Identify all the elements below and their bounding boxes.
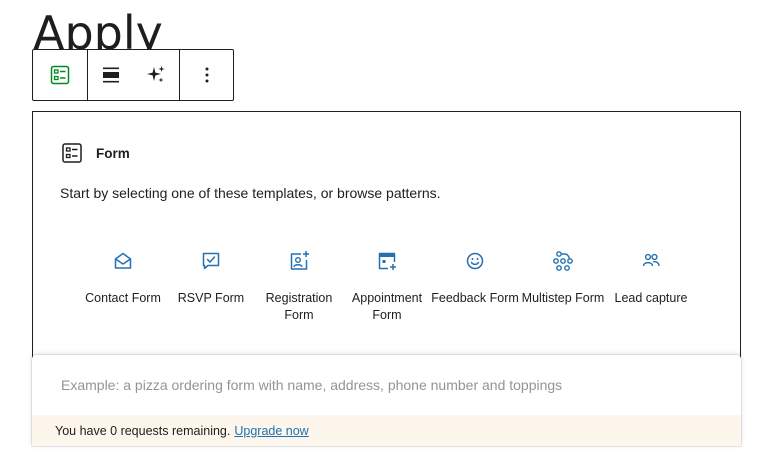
template-feedback-form[interactable]: Feedback Form [431, 249, 519, 324]
toolbar-group-more [179, 50, 233, 100]
kebab-icon [205, 67, 208, 83]
rsvp-icon [202, 252, 220, 270]
form-icon [50, 65, 70, 85]
align-icon [103, 67, 119, 83]
toolbar-group-tools [87, 50, 179, 100]
calendar-plus-icon [378, 252, 396, 270]
ai-prompt-input[interactable] [32, 355, 741, 415]
template-label: Contact Form [85, 291, 161, 305]
smiley-icon [466, 252, 484, 270]
template-label: Registration Form [265, 291, 333, 322]
envelope-icon [114, 252, 132, 269]
block-toolbar [32, 49, 234, 101]
upgrade-now-link[interactable]: Upgrade now [234, 424, 308, 438]
form-block-label: Form [96, 145, 130, 161]
multistep-icon [553, 251, 573, 271]
template-list: Contact Form RSVP Form Registration Form… [79, 249, 695, 324]
template-label: Lead capture [614, 291, 688, 305]
requests-remaining-text: You have 0 requests remaining. [55, 423, 231, 438]
template-contact-form[interactable]: Contact Form [79, 249, 167, 324]
template-label: RSVP Form [177, 291, 245, 305]
registration-icon [290, 251, 309, 270]
align-button[interactable] [89, 50, 134, 100]
people-icon [642, 253, 660, 267]
form-block-header: Form [60, 141, 130, 165]
ai-button[interactable] [134, 50, 179, 100]
template-rsvp-form[interactable]: RSVP Form [167, 249, 255, 324]
sparkle-icon [147, 66, 165, 83]
template-label: Appointment Form [351, 291, 423, 322]
form-block-button[interactable] [38, 50, 83, 100]
toolbar-group-block [33, 50, 87, 100]
more-options-button[interactable] [184, 50, 229, 100]
template-appointment-form[interactable]: Appointment Form [343, 249, 431, 324]
form-icon [62, 143, 82, 163]
ai-prompt-panel: You have 0 requests remaining. Upgrade n… [32, 355, 741, 446]
template-multistep-form[interactable]: Multistep Form [519, 249, 607, 324]
form-instructions: Start by selecting one of these template… [60, 185, 441, 201]
template-lead-capture[interactable]: Lead capture [607, 249, 695, 324]
template-label: Feedback Form [431, 291, 519, 305]
template-registration-form[interactable]: Registration Form [255, 249, 343, 324]
template-label: Multistep Form [521, 291, 605, 305]
ai-requests-footer: You have 0 requests remaining. Upgrade n… [32, 415, 741, 446]
